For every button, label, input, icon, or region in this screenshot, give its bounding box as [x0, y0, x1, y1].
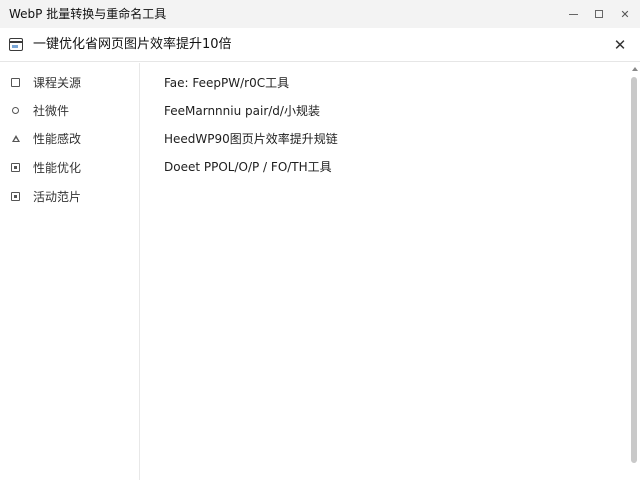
list-item: HeedWP90图页片效率提升规链 [164, 132, 338, 146]
app-window: WebP 批量转换与重命名工具 ✕ 一键优化省网页图片效率提升10倍 ✕ 课程关… [0, 0, 640, 480]
vertical-scrollbar[interactable] [629, 63, 640, 480]
title-bar: WebP 批量转换与重命名工具 ✕ [0, 0, 640, 28]
window-icon [9, 38, 23, 51]
sidebar-item-label: 活动范片 [33, 190, 82, 204]
sidebar-item-label: 性能感改 [33, 132, 82, 146]
window-close-button[interactable]: ✕ [610, 0, 640, 28]
sidebar-item-label: 性能优化 [33, 161, 82, 175]
maximize-icon [595, 10, 603, 18]
main-content: Fae: FeepPW/r0C工具 FeeMarnnniu pair/d/小规装… [141, 63, 629, 480]
box-icon [10, 162, 21, 173]
scrollbar-thumb[interactable] [631, 77, 637, 463]
window-title: WebP 批量转换与重命名工具 [9, 7, 167, 21]
triangle-icon [10, 133, 21, 144]
dialog-header: 一键优化省网页图片效率提升10倍 ✕ [0, 28, 640, 62]
sidebar: 课程关源 社微件 性能感改 性能优化 活动范片 [0, 63, 140, 480]
sidebar-item-2[interactable]: 性能感改 [0, 127, 139, 151]
dialog-close-button[interactable]: ✕ [610, 35, 630, 55]
sidebar-item-4[interactable]: 活动范片 [0, 185, 139, 209]
sidebar-item-0[interactable]: 课程关源 [0, 71, 139, 95]
sidebar-item-3[interactable]: 性能优化 [0, 156, 139, 180]
square-icon [10, 77, 21, 88]
close-icon: ✕ [613, 36, 627, 54]
box-icon [10, 191, 21, 202]
sidebar-item-label: 课程关源 [33, 76, 82, 90]
scroll-up-icon[interactable] [632, 67, 638, 71]
minimize-icon [568, 13, 578, 15]
circle-icon [10, 105, 21, 116]
close-icon: ✕ [620, 7, 630, 21]
list-item: FeeMarnnniu pair/d/小规装 [164, 104, 320, 118]
sidebar-item-1[interactable]: 社微件 [0, 99, 139, 123]
sidebar-item-label: 社微件 [33, 104, 70, 118]
list-item: Fae: FeepPW/r0C工具 [164, 76, 290, 90]
dialog-title: 一键优化省网页图片效率提升10倍 [33, 37, 232, 52]
list-item: Doeet PPOL/O/P / FO/TH工具 [164, 160, 332, 174]
